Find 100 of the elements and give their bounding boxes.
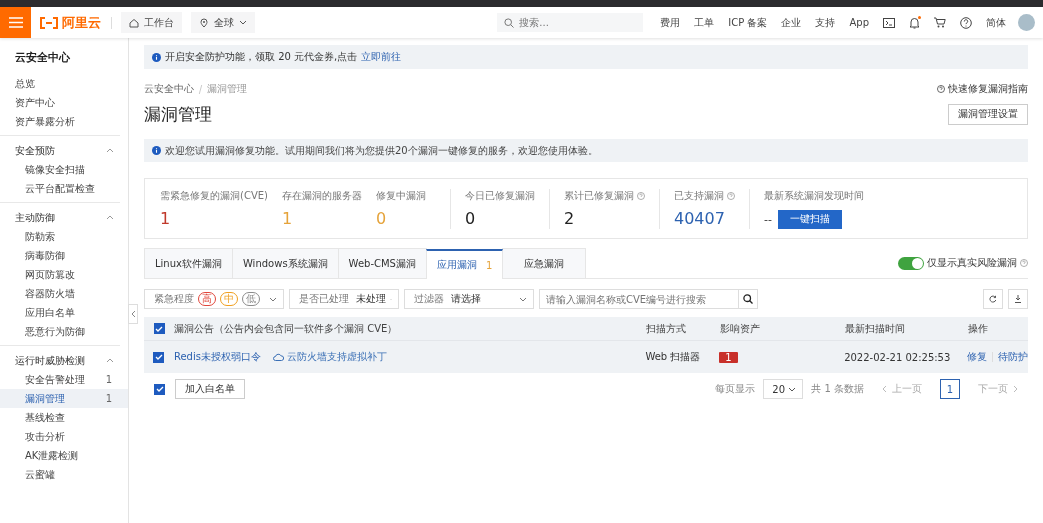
status-select[interactable]: 是否已处理 未处理 bbox=[289, 289, 399, 309]
action-link[interactable]: 修复 bbox=[967, 350, 987, 364]
vulnerability-link[interactable]: Redis未授权弱口令 bbox=[173, 350, 261, 364]
region-selector[interactable]: 全球 bbox=[191, 12, 255, 33]
whitelist-button[interactable]: 加入白名单 bbox=[175, 379, 245, 399]
sidebar-item[interactable]: 应用白名单 bbox=[0, 303, 128, 322]
settings-button[interactable]: 漏洞管理设置 bbox=[948, 103, 1028, 125]
bell-icon[interactable] bbox=[909, 16, 920, 29]
tab[interactable]: Windows系统漏洞 bbox=[231, 248, 339, 278]
notice-text: 开启安全防护功能，领取 20 元代金券,点击 bbox=[165, 50, 358, 64]
info-text: 欢迎您试用漏洞修复功能。试用期间我们将为您提供20个漏洞一键修复的服务，欢迎您使用体验。 bbox=[165, 143, 598, 158]
stat-value: 2 bbox=[563, 208, 576, 229]
language-link[interactable]: 简体 bbox=[986, 15, 1006, 30]
logo-icon bbox=[39, 16, 59, 29]
help-icon bbox=[1020, 259, 1028, 267]
nav-link[interactable]: 支持 bbox=[815, 15, 836, 30]
page-title: 漏洞管理 bbox=[144, 102, 212, 126]
stat-value: -- bbox=[763, 212, 772, 226]
sidebar-item[interactable]: 攻击分析 bbox=[0, 427, 128, 446]
toggle-switch[interactable] bbox=[898, 256, 924, 270]
chevron-icon bbox=[106, 358, 114, 363]
download-button[interactable] bbox=[1008, 289, 1028, 309]
sidebar-item[interactable]: 资产中心 bbox=[0, 93, 128, 112]
info-icon bbox=[152, 146, 161, 155]
terminal-icon[interactable] bbox=[883, 17, 895, 28]
checkbox[interactable] bbox=[153, 323, 165, 334]
sidebar-item[interactable]: 云平台配置检查 bbox=[0, 179, 128, 198]
column-header: 影响资产 bbox=[720, 321, 760, 336]
search-field[interactable]: 请输入漏洞名称或CVE编号进行搜索 bbox=[539, 289, 739, 309]
sidebar-group[interactable]: 运行时威胁检测 bbox=[0, 351, 120, 370]
sidebar-item[interactable]: 漏洞管理 1 bbox=[0, 389, 128, 408]
nav-link[interactable]: ICP 备案 bbox=[728, 15, 768, 30]
collapse-button[interactable] bbox=[128, 304, 138, 324]
breadcrumb-link[interactable]: 云安全中心 bbox=[144, 82, 194, 96]
sidebar-group[interactable]: 安全预防 bbox=[0, 141, 120, 160]
download-icon bbox=[1014, 295, 1022, 303]
notice-link[interactable]: 立即前往 bbox=[361, 50, 402, 64]
table-cell: 2022-02-21 02:25:53 bbox=[844, 351, 951, 363]
tab[interactable]: Linux软件漏洞 bbox=[144, 248, 233, 278]
stat-value: 1 bbox=[281, 208, 294, 229]
refresh-button[interactable] bbox=[983, 289, 1003, 309]
column-header: 扫描方式 bbox=[646, 321, 686, 336]
search-button[interactable] bbox=[738, 289, 758, 309]
sidebar-item[interactable]: 资产暴露分析 bbox=[0, 112, 128, 131]
page-size-label: 每页显示 bbox=[715, 382, 756, 396]
stat-value: 1 bbox=[160, 208, 172, 229]
sidebar-item[interactable]: AK泄露检测 bbox=[0, 446, 128, 465]
checkbox[interactable] bbox=[153, 351, 165, 363]
help-icon[interactable] bbox=[960, 16, 972, 29]
sidebar-item[interactable]: 镜像安全扫描 bbox=[0, 160, 128, 179]
sidebar-item[interactable]: 容器防火墙 bbox=[0, 284, 128, 303]
tab[interactable]: 应急漏洞 bbox=[502, 248, 587, 278]
column-header: 最新扫描时间 bbox=[845, 321, 905, 336]
help-icon bbox=[937, 85, 945, 93]
total-count: 共 1 条数据 bbox=[811, 382, 864, 396]
sidebar-item[interactable]: 病毒防御 bbox=[0, 246, 128, 265]
stat-label: 需紧急修复的漏洞(CVE) bbox=[160, 188, 268, 203]
cart-icon[interactable] bbox=[934, 17, 946, 28]
nav-link[interactable]: 工单 bbox=[694, 15, 715, 30]
sidebar-item[interactable]: 网页防篡改 bbox=[0, 265, 128, 284]
sidebar-item[interactable]: 总览 bbox=[0, 74, 128, 93]
stat-value: 0 bbox=[375, 208, 388, 229]
sidebar-item[interactable]: 基线检查 bbox=[0, 408, 128, 427]
chevron-icon bbox=[106, 148, 114, 153]
filter-select[interactable]: 过滤器 请选择 bbox=[404, 289, 534, 309]
firewall-tag: 云防火墙支持虚拟补丁 bbox=[272, 350, 387, 364]
guide-link[interactable]: 快速修复漏洞指南 bbox=[937, 82, 1028, 96]
chevron-left-icon bbox=[130, 310, 136, 318]
search-icon bbox=[743, 294, 753, 304]
tab[interactable]: Web-CMS漏洞 bbox=[337, 248, 427, 278]
chevron-left-icon bbox=[882, 385, 887, 393]
checkbox[interactable] bbox=[154, 383, 165, 395]
search-field[interactable]: 搜索... bbox=[497, 13, 644, 32]
page-size-select[interactable]: 20 bbox=[763, 379, 804, 399]
page-button[interactable]: 1 bbox=[940, 379, 960, 399]
location-pin-icon bbox=[199, 17, 209, 28]
help-icon bbox=[726, 191, 735, 200]
column-header: 操作 bbox=[968, 321, 988, 336]
stat-label: 修复中漏洞 bbox=[375, 188, 426, 203]
chevron-right-icon bbox=[1013, 385, 1018, 393]
tab[interactable]: 应用漏洞 1 bbox=[425, 249, 504, 279]
sidebar-item[interactable]: 恶意行为防御 bbox=[0, 322, 128, 341]
workbench-button[interactable]: 工作台 bbox=[121, 12, 182, 33]
help-icon bbox=[636, 191, 645, 200]
scan-button[interactable]: 一键扫描 bbox=[777, 209, 842, 229]
stat-value: 40407 bbox=[673, 208, 726, 229]
sidebar-item[interactable]: 防勒索 bbox=[0, 227, 128, 246]
action-link[interactable]: 待防护 bbox=[998, 350, 1028, 364]
stat-label: 已支持漏洞 bbox=[673, 188, 724, 203]
nav-link[interactable]: App bbox=[849, 17, 869, 28]
stat-label: 累计已修复漏洞 bbox=[563, 188, 634, 203]
sidebar-item[interactable]: 安全告警处理 1 bbox=[0, 370, 128, 389]
sidebar-group[interactable]: 主动防御 bbox=[0, 208, 120, 227]
nav-link[interactable]: 费用 bbox=[660, 15, 681, 30]
home-icon bbox=[129, 17, 139, 28]
stat-label: 最新系统漏洞发现时间 bbox=[763, 188, 864, 203]
severity-filter[interactable]: 紧急程度 高 中 低 bbox=[144, 289, 284, 309]
nav-link[interactable]: 企业 bbox=[781, 15, 802, 30]
sidebar-item[interactable]: 云蜜罐 bbox=[0, 465, 128, 484]
refresh-icon bbox=[989, 295, 997, 303]
